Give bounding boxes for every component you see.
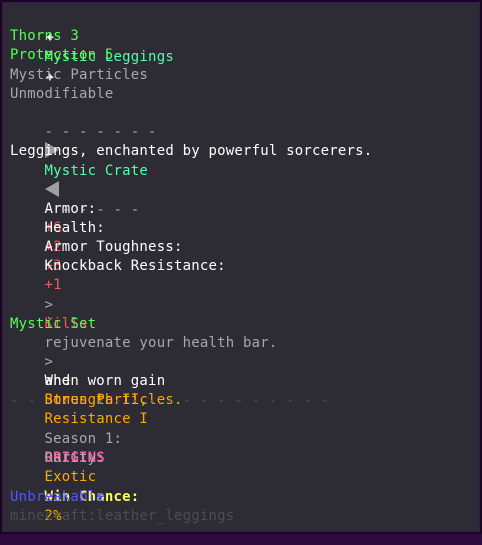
win-chance-line: Win Chance: 2% bbox=[10, 469, 140, 524]
item-tooltip: ✦ Mystic Leggings ✦ Thorns 3 Protection … bbox=[0, 0, 482, 534]
stat-armor-toughness: Armor Toughness: +3 bbox=[10, 219, 183, 274]
item-description: Leggings, enchanted by powerful sorcerer… bbox=[10, 143, 373, 159]
crate-dashes-left: - - - - - - - bbox=[44, 124, 157, 140]
rarity-label: Rarity: bbox=[44, 450, 105, 466]
stat-knockback-resistance: Knockback Resistance: +1 bbox=[10, 238, 226, 293]
unbreakable-label: Unbreakable bbox=[10, 489, 105, 505]
divider: - - - - - - - - - - - - - - - - - - - bbox=[10, 393, 330, 409]
ability-line: > Kills rejuvenate your health bar. bbox=[10, 277, 278, 351]
set-and: and bbox=[44, 373, 71, 389]
set-bonus-line: > When worn gain Strength II, Resistance… bbox=[10, 334, 166, 427]
enchant-protection: Protection 5 bbox=[10, 47, 114, 63]
season-line: Season 1: ORIGINS bbox=[10, 411, 122, 466]
stat-armor: Armor: +6 bbox=[10, 181, 97, 236]
stat-health: Health: +2 bbox=[10, 200, 105, 255]
set-title: Mystic Set bbox=[10, 316, 97, 332]
rarity-line: Rarity: Exotic bbox=[10, 430, 105, 485]
item-title: ✦ Mystic Leggings ✦ bbox=[10, 8, 174, 86]
item-id: minecraft:leather_leggings bbox=[10, 508, 235, 524]
particles-label: Mystic Particles bbox=[10, 67, 149, 83]
unmodifiable-label: Unmodifiable bbox=[10, 86, 114, 102]
arrow-icon: > bbox=[44, 297, 54, 313]
set-bonus-line-2: and Bonus Particles. bbox=[10, 353, 183, 408]
crate-name: Mystic Crate bbox=[44, 163, 149, 179]
crate-header: - - - - - - - Mystic Crate - - - - - - bbox=[10, 104, 157, 218]
enchant-thorns: Thorns 3 bbox=[10, 28, 80, 44]
stat-label: Knockback Resistance: bbox=[44, 258, 226, 274]
